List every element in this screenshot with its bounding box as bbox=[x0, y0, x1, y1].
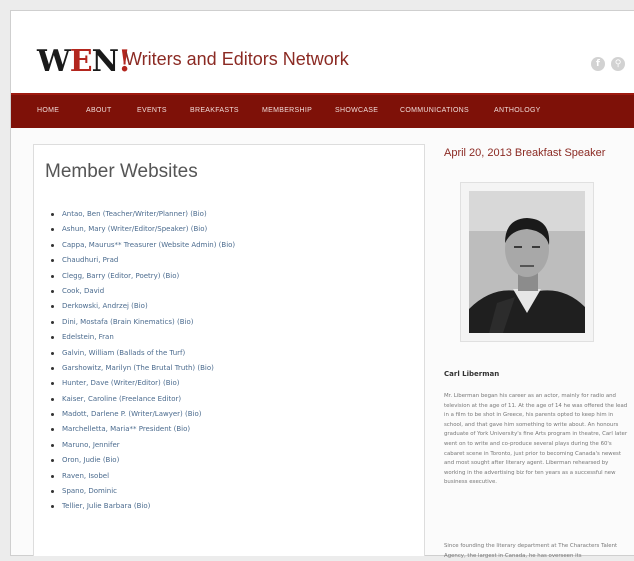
list-item[interactable]: Kaiser, Caroline (Freelance Editor) bbox=[51, 392, 235, 407]
list-item[interactable]: Marchelletta, Maria** President (Bio) bbox=[51, 422, 235, 437]
list-item[interactable]: Dini, Mostafa (Brain Kinematics) (Bio) bbox=[51, 315, 235, 330]
list-item[interactable]: Hunter, Dave (Writer/Editor) (Bio) bbox=[51, 376, 235, 391]
page: WEN! Writers and Editors Network f ⚲ Hom… bbox=[10, 10, 634, 559]
nav-item-anthology[interactable]: Anthology bbox=[494, 95, 541, 128]
page-title: Member Websites bbox=[45, 161, 198, 182]
list-item[interactable]: Madott, Darlene P. (Writer/Lawyer) (Bio) bbox=[51, 407, 235, 422]
nav-item-home[interactable]: Home bbox=[37, 95, 59, 128]
logo-wen: WEN! bbox=[37, 44, 131, 79]
list-item[interactable]: Cook, David bbox=[51, 284, 235, 299]
nav-item-membership[interactable]: Membership bbox=[262, 95, 312, 128]
member-list: Antao, Ben (Teacher/Writer/Planner) (Bio… bbox=[51, 207, 235, 515]
nav-item-breakfasts[interactable]: Breakfasts bbox=[190, 95, 239, 128]
list-item[interactable]: Tellier, Julie Barbara (Bio) bbox=[51, 499, 235, 514]
list-item[interactable]: Garshowitz, Marilyn (The Brutal Truth) (… bbox=[51, 361, 235, 376]
site-header: WEN! Writers and Editors Network f ⚲ bbox=[11, 11, 634, 93]
list-item[interactable]: Spano, Dominic bbox=[51, 484, 235, 499]
list-item[interactable]: Edelstein, Fran bbox=[51, 330, 235, 345]
list-item[interactable]: Ashun, Mary (Writer/Editor/Speaker) (Bio… bbox=[51, 222, 235, 237]
nav-item-about[interactable]: About bbox=[86, 95, 112, 128]
speaker-bio: Mr. Liberman began his career as an acto… bbox=[444, 393, 628, 486]
nav-item-communications[interactable]: Communications bbox=[400, 95, 469, 128]
facebook-icon[interactable]: f bbox=[591, 57, 605, 71]
list-item[interactable]: Derkowski, Andrzej (Bio) bbox=[51, 299, 235, 314]
list-item[interactable]: Chaudhuri, Prad bbox=[51, 253, 235, 268]
list-item[interactable]: Raven, Isobel bbox=[51, 469, 235, 484]
main-nav: Home About Events Breakfasts Membership … bbox=[11, 93, 634, 128]
list-item[interactable]: Galvin, William (Ballads of the Turf) bbox=[51, 346, 235, 361]
site-title[interactable]: Writers and Editors Network bbox=[125, 49, 349, 70]
list-item[interactable]: Clegg, Barry (Editor, Poetry) (Bio) bbox=[51, 269, 235, 284]
list-item[interactable]: Oron, Judie (Bio) bbox=[51, 453, 235, 468]
search-icon[interactable]: ⚲ bbox=[611, 57, 625, 71]
speaker-heading[interactable]: April 20, 2013 Breakfast Speaker bbox=[444, 147, 630, 159]
speaker-photo bbox=[460, 182, 594, 342]
social-icons: f ⚲ bbox=[591, 57, 625, 71]
nav-item-showcase[interactable]: Showcase bbox=[335, 95, 378, 128]
speaker-bio-continued: Since founding the literary department a… bbox=[444, 543, 618, 559]
portrait-illustration bbox=[469, 191, 585, 333]
speaker-caption: Carl Liberman bbox=[444, 370, 500, 378]
list-item[interactable]: Maruno, Jennifer bbox=[51, 438, 235, 453]
list-item[interactable]: Cappa, Maurus** Treasurer (Website Admin… bbox=[51, 238, 235, 253]
main-content: Member Websites Antao, Ben (Teacher/Writ… bbox=[33, 144, 425, 556]
sidebar: April 20, 2013 Breakfast Speaker Carl Li… bbox=[444, 147, 630, 559]
list-item[interactable]: Antao, Ben (Teacher/Writer/Planner) (Bio… bbox=[51, 207, 235, 222]
nav-item-events[interactable]: Events bbox=[137, 95, 167, 128]
speaker-portrait-image bbox=[469, 191, 585, 333]
